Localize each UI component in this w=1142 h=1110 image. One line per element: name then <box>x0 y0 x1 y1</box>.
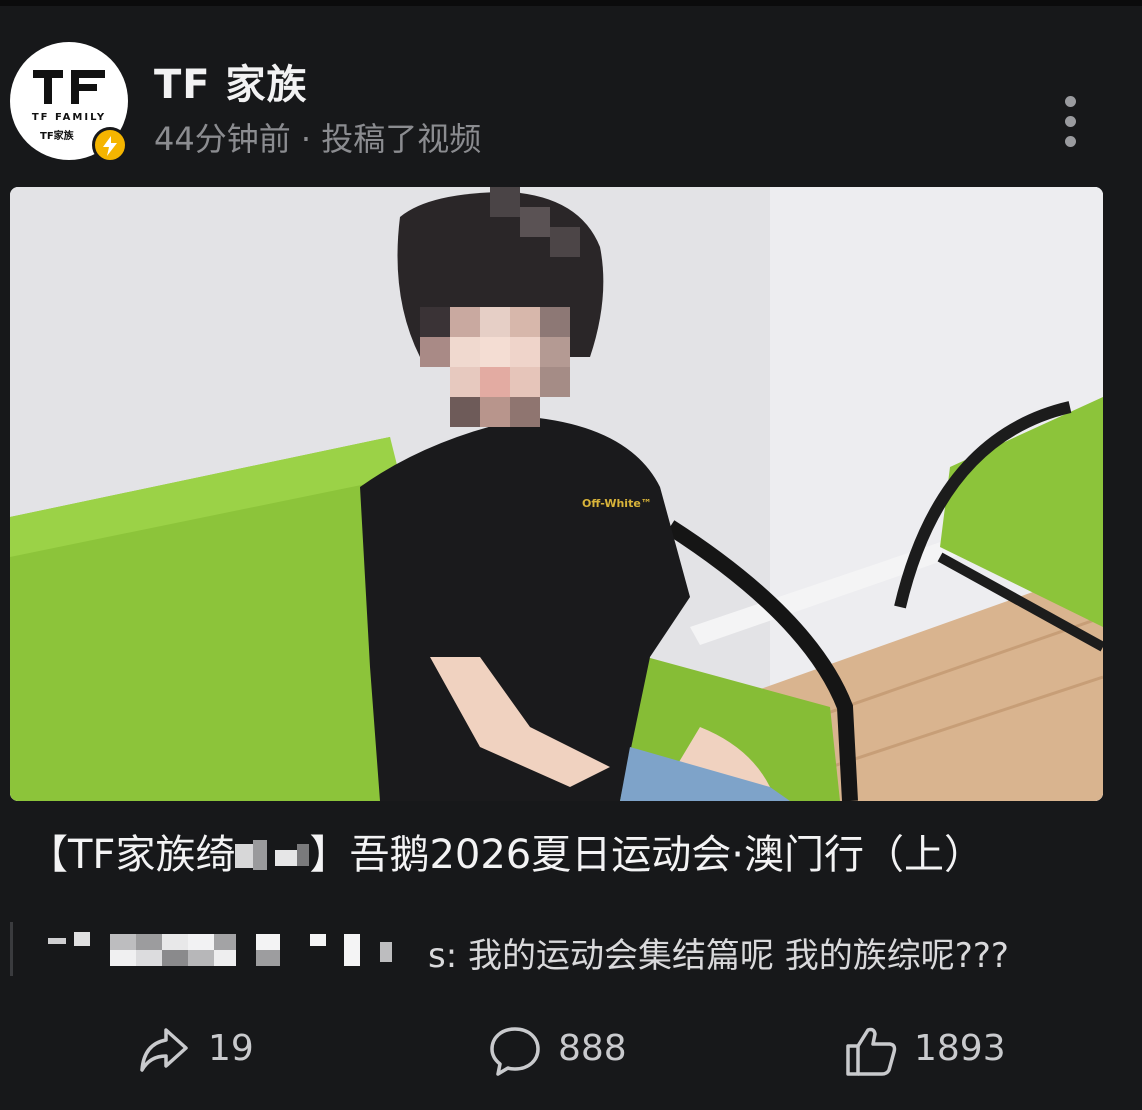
vertical-ellipsis-dot <box>1065 136 1076 147</box>
tf-logo-icon <box>33 70 105 104</box>
avatar-logo-text: TF FAMILY <box>31 112 107 123</box>
vertical-ellipsis-icon <box>1065 96 1076 107</box>
comment-bubble-icon <box>490 1027 540 1076</box>
comment-button[interactable]: 888 <box>488 1018 648 1082</box>
title-censor-mosaic <box>235 840 310 870</box>
comment-preview[interactable]: s: 我的运动会集结篇呢 我的族综呢??? <box>44 928 1124 976</box>
top-divider <box>0 0 1142 6</box>
video-title[interactable]: 【TF家族绮 】吾鹅2026夏日运动会·澳门行（上） <box>28 822 984 880</box>
lightning-bolt-icon <box>103 136 117 156</box>
comment-preview-text: s: 我的运动会集结篇呢 我的族综呢??? <box>428 936 1009 976</box>
like-button[interactable]: 1893 <box>844 1018 1024 1082</box>
video-title-prefix: 【TF家族绮 <box>28 832 236 878</box>
video-thumbnail[interactable]: Off-White™ <box>10 187 1103 801</box>
more-options-button[interactable] <box>1056 92 1086 152</box>
vertical-ellipsis-dot <box>1065 116 1076 127</box>
post-meta: 44分钟前 · 投稿了视频 <box>154 120 482 158</box>
comment-count: 888 <box>558 1028 627 1069</box>
avatar-logo-subtext: TF家族 <box>40 131 74 142</box>
video-post-card: TF FAMILY TF家族 TF 家族 44分钟前 · 投稿了视频 Off-W… <box>0 0 1142 1110</box>
share-button[interactable]: 19 <box>138 1018 258 1082</box>
comment-preview-bar <box>10 922 13 976</box>
commenter-name-mosaic <box>48 932 392 966</box>
verified-badge <box>92 127 128 163</box>
shirt-logo-text: Off-White™ <box>582 497 652 510</box>
video-title-suffix: 】吾鹅2026夏日运动会·澳门行（上） <box>309 832 984 878</box>
thumbnail-image: Off-White™ <box>10 187 1103 801</box>
share-arrow-icon <box>140 1028 188 1072</box>
thumbs-up-icon <box>846 1027 897 1076</box>
account-name[interactable]: TF 家族 <box>154 52 308 110</box>
share-count: 19 <box>208 1028 254 1069</box>
like-count: 1893 <box>914 1028 1006 1069</box>
